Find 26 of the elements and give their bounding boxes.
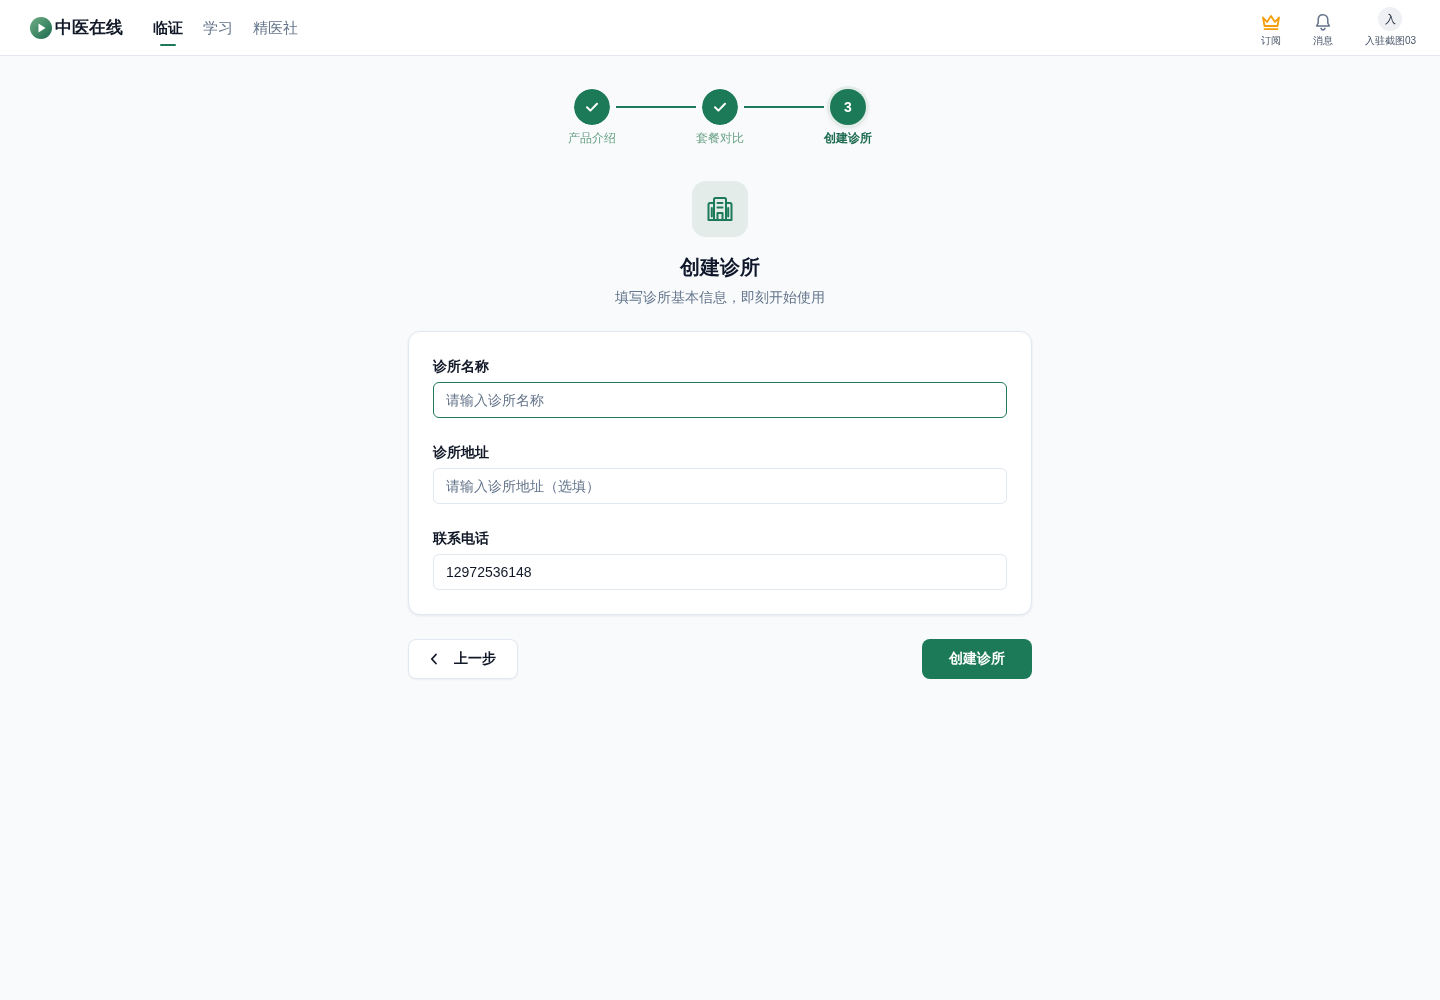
messages-button[interactable]: 消息 xyxy=(1312,13,1333,48)
building-icon xyxy=(692,181,748,237)
nav-tab[interactable]: 精医社 xyxy=(253,8,298,47)
field-label: 联系电话 xyxy=(433,529,489,548)
page-title: 创建诊所 xyxy=(680,255,760,280)
step-number: 3 xyxy=(830,89,866,125)
step-label: 创建诊所 xyxy=(824,130,872,147)
page-subtitle: 填写诊所基本信息，即刻开始使用 xyxy=(615,288,825,307)
step-label: 套餐对比 xyxy=(696,130,744,147)
avatar: 入 xyxy=(1378,7,1403,31)
account-button[interactable]: 入 入驻截图03 xyxy=(1364,7,1416,48)
step-label: 产品介绍 xyxy=(568,130,616,147)
nav-tab[interactable]: 学习 xyxy=(203,8,233,47)
crown-icon xyxy=(1260,14,1281,31)
field-label: 诊所名称 xyxy=(433,357,489,376)
back-button[interactable]: 上一步 xyxy=(408,639,518,679)
play-logo-icon xyxy=(30,16,52,39)
field-label: 诊所地址 xyxy=(433,443,489,462)
chevron-left-icon xyxy=(430,653,438,665)
subscribe-button[interactable]: 订阅 xyxy=(1260,14,1281,48)
create-clinic-button[interactable]: 创建诊所 xyxy=(922,639,1032,679)
input-field[interactable]: 12972536148 xyxy=(433,554,1007,590)
input-field[interactable]: 请输入诊所名称 xyxy=(433,382,1007,418)
nav-tab[interactable]: 临证 xyxy=(153,8,183,47)
brand-name: 中医在线 xyxy=(55,17,123,39)
bell-icon xyxy=(1313,13,1332,31)
